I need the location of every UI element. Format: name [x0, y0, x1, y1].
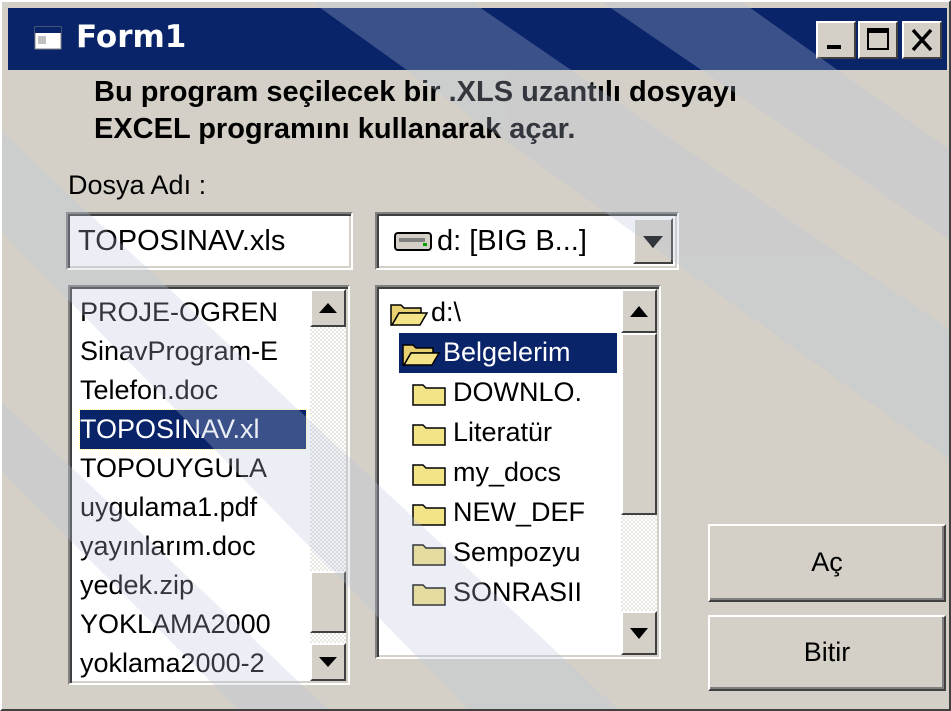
folder-icon [412, 384, 446, 406]
directory-list-item[interactable]: Belgelerim [399, 333, 617, 373]
dir-scroll-thumb[interactable] [621, 333, 657, 515]
maximize-icon [867, 28, 889, 50]
open-button[interactable]: Aç [708, 524, 946, 602]
exit-button[interactable]: Bitir [708, 615, 946, 691]
file-list-item[interactable]: YOKLAMA2000 [80, 605, 306, 644]
file-list-item[interactable]: TOPOSINAV.xl [79, 409, 307, 450]
directory-name: my_docs [453, 457, 562, 487]
form1-window: Form1 Bu program seçilecek bir .XLS uzan… [0, 0, 951, 711]
directory-list-item[interactable]: d:\ [387, 293, 617, 333]
directory-list-item[interactable]: DOWNLO. [409, 373, 617, 413]
filename-textbox[interactable]: TOPOSINAV.xls [66, 212, 353, 270]
file-scroll-down-button[interactable] [310, 643, 346, 681]
minimize-icon [827, 45, 841, 49]
close-icon [911, 28, 933, 52]
directory-name: SONRASII [453, 577, 583, 607]
directory-list-item[interactable]: SONRASII [409, 573, 617, 613]
folder-icon [412, 424, 446, 446]
dir-scroll-down-button[interactable] [621, 611, 657, 655]
folder-icon [412, 544, 446, 566]
minimize-button[interactable] [816, 21, 856, 59]
close-button[interactable] [902, 21, 942, 59]
open-folder-icon [402, 344, 441, 366]
file-list-item[interactable]: uygulama1.pdf [80, 488, 306, 527]
file-list-item[interactable]: PROJE-OGREN [80, 293, 306, 332]
filename-value: TOPOSINAV.xls [78, 225, 286, 257]
directory-name: NEW_DEF [453, 497, 586, 527]
file-list-item[interactable]: yoklama2000-2 [80, 644, 306, 683]
arrow-up-icon [630, 306, 648, 317]
directory-name: Literatür [453, 417, 553, 447]
file-list-scrollbar[interactable] [310, 289, 346, 681]
description-line-1: Bu program seçilecek bir .XLS uzantılı d… [94, 76, 738, 108]
dir-scroll-up-button[interactable] [621, 289, 657, 333]
directory-listbox[interactable]: d:\ Belgelerim DOWNLO. Literatür my_docs NEW_… [375, 285, 661, 659]
directory-name: DOWNLO. [453, 377, 583, 407]
file-scroll-thumb[interactable] [310, 571, 346, 633]
drive-combobox[interactable]: d: [BIG B...] [375, 212, 679, 270]
file-list-item[interactable]: yedek.zip [80, 566, 306, 605]
dir-list-scrollbar[interactable] [621, 289, 657, 655]
folder-icon [412, 504, 446, 526]
chevron-down-icon [643, 236, 663, 248]
directory-list-item[interactable]: NEW_DEF [409, 493, 617, 533]
file-list-item[interactable]: SinavProgram-E [80, 332, 306, 371]
file-list-item[interactable]: TOPOUYGULA [80, 449, 306, 488]
directory-list-item[interactable]: Sempozyu [409, 533, 617, 573]
drive-dropdown-button[interactable] [633, 218, 673, 264]
arrow-up-icon [319, 303, 337, 313]
open-folder-icon [390, 304, 429, 326]
directory-list-item[interactable]: Literatür [409, 413, 617, 453]
directory-list-item[interactable]: my_docs [409, 453, 617, 493]
directory-name: Sempozyu [453, 537, 581, 567]
directory-name: Belgelerim [443, 337, 571, 367]
file-scroll-up-button[interactable] [310, 289, 346, 327]
file-list-item[interactable]: yayınlarım.doc [80, 527, 306, 566]
description-text: Bu program seçilecek bir .XLS uzantılı d… [94, 74, 737, 148]
folder-icon [412, 584, 446, 606]
description-line-2: EXCEL programını kullanarak açar. [94, 113, 576, 145]
file-name-label: Dosya Adı : [68, 170, 207, 200]
folder-icon [412, 464, 446, 486]
window-title: Form1 [76, 19, 187, 55]
drive-selected-value: d: [BIG B...] [437, 225, 587, 257]
app-window-icon [34, 26, 62, 50]
file-list-item[interactable]: Telefon.doc [80, 371, 306, 410]
directory-name: d:\ [431, 297, 462, 327]
title-bar[interactable]: Form1 [8, 8, 947, 70]
arrow-down-icon [319, 657, 337, 667]
hard-drive-icon [394, 232, 432, 251]
maximize-button[interactable] [858, 21, 898, 59]
arrow-down-icon [630, 628, 648, 639]
file-listbox[interactable]: PROJE-OGREN SinavProgram-E Telefon.doc TOPO… [68, 285, 350, 685]
